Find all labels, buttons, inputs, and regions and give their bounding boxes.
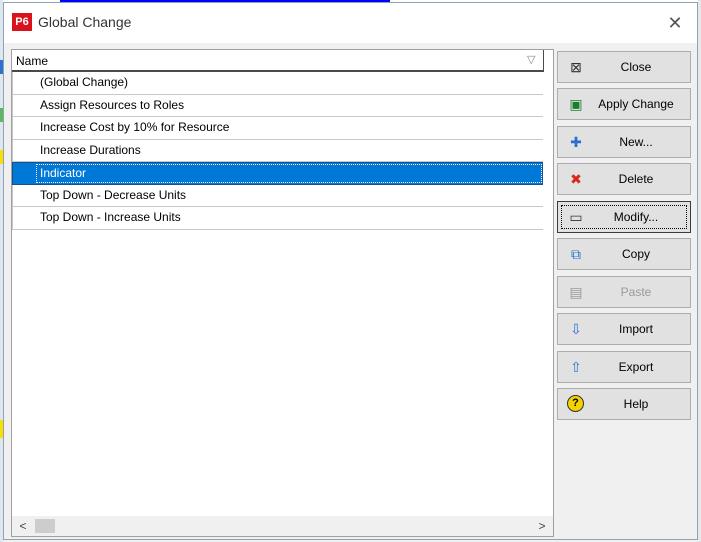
title-bar[interactable]: P6 Global Change ✕	[4, 3, 697, 43]
list-item[interactable]: Top Down - Decrease Units	[12, 184, 543, 207]
delete-button[interactable]: ✖ Delete	[557, 163, 691, 195]
list-item[interactable]: Assign Resources to Roles	[12, 94, 543, 117]
focus-rectangle	[561, 205, 687, 229]
list-item-label: Assign Resources to Roles	[40, 97, 185, 112]
export-button[interactable]: ⇧ Export	[557, 351, 691, 383]
scroll-right-icon[interactable]: >	[535, 518, 549, 534]
list-item-label: Increase Cost by 10% for Resource	[40, 120, 230, 134]
import-label: Import	[618, 322, 653, 336]
focus-rectangle	[36, 164, 542, 183]
help-label: Help	[623, 397, 649, 411]
apply-change-button[interactable]: ▣ Apply Change	[557, 88, 691, 120]
column-header-name[interactable]: Name ▽	[12, 50, 543, 72]
export-icon: ⇧	[570, 359, 582, 375]
column-divider[interactable]	[543, 50, 544, 72]
paste-button[interactable]: ▤ Paste	[557, 276, 691, 308]
copy-label: Copy	[621, 247, 650, 261]
copy-icon: ⧉	[571, 246, 581, 262]
plus-icon: ✚	[570, 134, 582, 150]
close-button[interactable]: ⊠ Close	[557, 51, 691, 83]
list-item-label: Top Down - Increase Units	[40, 210, 181, 224]
copy-button[interactable]: ⧉ Copy	[557, 238, 691, 270]
list-rows: (Global Change) Assign Resources to Roles…	[12, 72, 543, 230]
delete-x-icon: ✖	[570, 171, 582, 187]
paste-label: Paste	[620, 285, 652, 299]
close-label: Close	[620, 60, 652, 74]
modify-button[interactable]: ▭ Modify...	[557, 201, 691, 233]
close-icon[interactable]: ✕	[663, 11, 687, 35]
list-item-label: Top Down - Decrease Units	[40, 187, 187, 202]
list-item[interactable]: Top Down - Increase Units	[12, 207, 543, 230]
list-item-label: Increase Durations	[40, 142, 141, 157]
global-change-list[interactable]: Name ▽ (Global Change) Assign Resources t…	[11, 49, 554, 537]
list-item-label: (Global Change)	[40, 75, 129, 89]
horizontal-scrollbar[interactable]: < >	[12, 516, 553, 536]
scroll-thumb[interactable]	[35, 519, 55, 533]
global-change-dialog: P6 Global Change ✕ Name ▽ (Global Change…	[3, 2, 698, 540]
list-item[interactable]: (Global Change)	[12, 72, 543, 95]
import-icon: ⇩	[570, 321, 582, 337]
list-item[interactable]: Indicator	[12, 162, 543, 185]
filter-icon[interactable]: ▽	[527, 53, 539, 67]
column-header-label: Name	[16, 54, 49, 68]
import-button[interactable]: ⇩ Import	[557, 313, 691, 345]
help-icon: ?	[567, 395, 584, 412]
delete-label: Delete	[618, 172, 654, 186]
help-button[interactable]: ? Help	[557, 388, 691, 420]
close-window-icon: ⊠	[570, 59, 582, 75]
apply-change-icon: ▣	[569, 96, 583, 112]
list-item-label: Indicator	[40, 166, 87, 180]
p6-app-icon: P6	[12, 13, 32, 31]
list-item[interactable]: Increase Durations	[12, 139, 543, 162]
new-button[interactable]: ✚ New...	[557, 126, 691, 158]
apply-change-label: Apply Change	[598, 97, 674, 111]
list-item[interactable]: Increase Cost by 10% for Resource	[12, 117, 543, 140]
export-label: Export	[618, 360, 654, 374]
dialog-title: Global Change	[38, 14, 132, 30]
paste-icon: ▤	[569, 284, 583, 300]
new-label: New...	[619, 135, 653, 149]
scroll-left-icon[interactable]: <	[16, 518, 30, 534]
